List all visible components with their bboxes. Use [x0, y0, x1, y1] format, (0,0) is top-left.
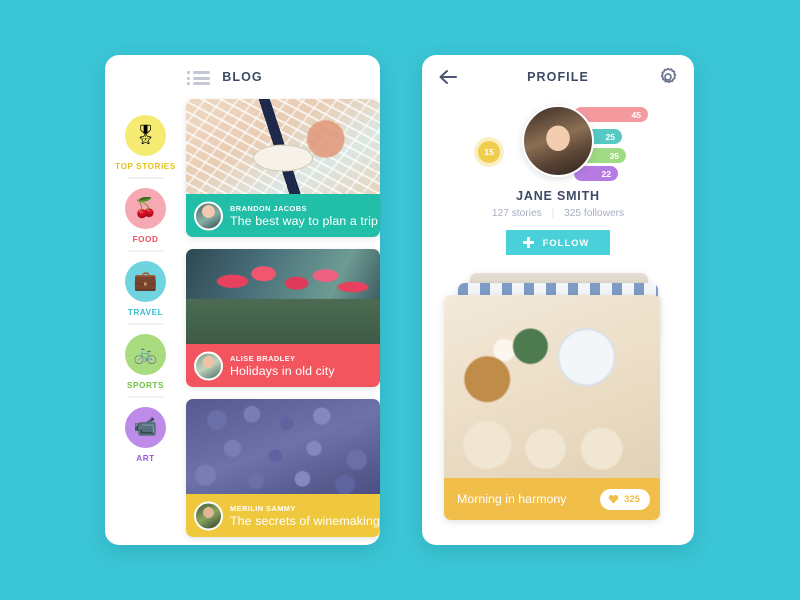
blog-post-card[interactable]: ALISE BRADLEY Holidays in old city: [186, 249, 380, 387]
profile-name: JANE SMITH: [516, 189, 600, 203]
sidebar-item-art[interactable]: 📹 ART: [105, 396, 186, 470]
stories-count: 127 stories: [491, 208, 542, 219]
featured-story-card[interactable]: Morning in harmony 325: [444, 295, 660, 520]
blog-feed: BRANDON JACOBS The best way to plan a tr…: [186, 99, 380, 545]
post-author: BRANDON JACOBS: [230, 203, 307, 213]
bicycle-icon: 🚲: [125, 334, 166, 375]
sidebar-label-sports: SPORTS: [127, 381, 164, 390]
blog-header: BLOG: [105, 55, 380, 99]
like-chip[interactable]: 325: [599, 488, 650, 510]
featured-caption-bar: Morning in harmony 325: [444, 478, 660, 520]
profile-avatar[interactable]: [522, 105, 594, 177]
blog-post-card[interactable]: MERILIN SAMMY The secrets of winemaking: [186, 399, 380, 537]
post-author: MERILIN SAMMY: [230, 503, 296, 513]
post-caption-bar: MERILIN SAMMY The secrets of winemaking: [186, 494, 380, 537]
sidebar-label-top-stories: TOP STORIES: [115, 162, 176, 171]
cherries-icon: 🍒: [125, 188, 166, 229]
post-title: The secrets of winemaking: [230, 513, 380, 528]
sidebar-label-travel: TRAVEL: [127, 308, 164, 317]
follow-button[interactable]: FOLLOW: [501, 226, 615, 259]
avatar: [194, 351, 223, 380]
post-caption-bar: BRANDON JACOBS The best way to plan a tr…: [186, 194, 380, 237]
sidebar-label-food: FOOD: [132, 235, 159, 244]
profile-page-title: PROFILE: [527, 70, 589, 84]
sidebar-item-food[interactable]: 🍒 FOOD: [105, 177, 186, 251]
avatar: [194, 501, 223, 530]
category-sidebar: 🎖 TOP STORIES 🍒 FOOD 💼 TRAVEL 🚲 SPORTS 📹…: [105, 99, 186, 545]
blog-post-card[interactable]: BRANDON JACOBS The best way to plan a tr…: [186, 99, 380, 237]
gear-icon[interactable]: [658, 67, 678, 87]
medal-icon: 🎖: [125, 115, 166, 156]
sidebar-item-travel[interactable]: 💼 TRAVEL: [105, 250, 186, 324]
post-title: The best way to plan a trip: [230, 213, 379, 228]
avatar: [194, 201, 223, 230]
heart-icon: [608, 494, 619, 504]
post-author: ALISE BRADLEY: [230, 353, 296, 363]
camera-icon: 📹: [125, 407, 166, 448]
post-caption-bar: ALISE BRADLEY Holidays in old city: [186, 344, 380, 387]
stats-divider: |: [551, 208, 555, 219]
blog-page-title: BLOG: [222, 70, 263, 84]
featured-photo: [444, 295, 660, 478]
plus-icon: [522, 237, 534, 248]
sidebar-item-sports[interactable]: 🚲 SPORTS: [105, 323, 186, 397]
suitcase-icon: 💼: [125, 261, 166, 302]
blog-screen: BLOG 🎖 TOP STORIES 🍒 FOOD 💼 TRAVEL 🚲 SPO…: [105, 55, 380, 545]
post-photo: [186, 99, 380, 194]
like-count: 325: [623, 493, 640, 505]
app-screenshot: BLOG 🎖 TOP STORIES 🍒 FOOD 💼 TRAVEL 🚲 SPO…: [0, 0, 800, 600]
follow-button-wrap: FOLLOW: [422, 226, 694, 259]
sidebar-label-art: ART: [136, 454, 155, 463]
blog-body: 🎖 TOP STORIES 🍒 FOOD 💼 TRAVEL 🚲 SPORTS 📹…: [105, 99, 380, 545]
stat-badge-left: 15: [474, 137, 504, 167]
featured-caption: Morning in harmony: [457, 492, 567, 506]
profile-header: PROFILE: [422, 55, 694, 99]
post-title: Holidays in old city: [230, 363, 335, 378]
profile-stats: 127 stories | 325 followers: [422, 208, 694, 219]
profile-screen: PROFILE 15 45 25 35 22 JANE SMITH 127 st…: [422, 55, 694, 545]
post-photo: [186, 399, 380, 494]
avatar-stats-zone: 15 45 25 35 22: [422, 103, 694, 181]
profile-body: 15 45 25 35 22 JANE SMITH 127 stories | …: [422, 99, 694, 528]
follow-button-label: FOLLOW: [542, 237, 590, 248]
featured-card-stack: Morning in harmony 325: [422, 273, 694, 528]
followers-count: 325 followers: [564, 208, 625, 219]
sidebar-item-top-stories[interactable]: 🎖 TOP STORIES: [105, 105, 186, 178]
post-photo: [186, 249, 380, 344]
